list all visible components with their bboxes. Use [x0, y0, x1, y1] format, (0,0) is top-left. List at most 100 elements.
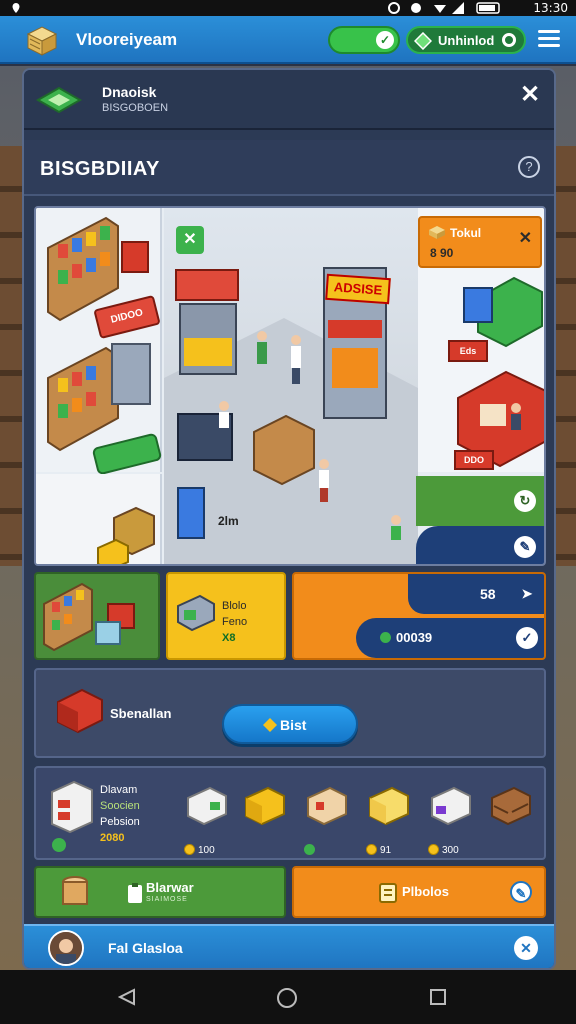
battery-icon: [476, 2, 500, 14]
boost-button-label: Bist: [280, 717, 307, 733]
green-coin-icon: [304, 844, 315, 855]
crate-logo-icon: [26, 26, 58, 56]
inventory-item[interactable]: [488, 782, 536, 858]
location-icon: [12, 3, 20, 13]
inventory-item[interactable]: 300: [428, 782, 476, 858]
hamburger-icon[interactable]: [538, 30, 560, 50]
shelves-illustration: [47, 216, 151, 452]
stat-row-2: 00039 ✓: [356, 618, 544, 658]
inventory-item[interactable]: 100: [184, 782, 232, 858]
shop-floor[interactable]: ADSISE: [164, 208, 418, 564]
green-coin-icon: [380, 632, 391, 643]
mute-icon: [411, 3, 421, 13]
tan-box-icon: [307, 786, 347, 826]
boost-button[interactable]: Bist: [222, 704, 358, 744]
gem-icon: [414, 32, 432, 50]
stock-label: Sbenallan: [110, 706, 172, 721]
store-sign: ADSISE: [325, 273, 391, 305]
store-scene: DIDOO ADSISE Eds DDO ✕ 2lm Tokul 8 90 ✕ …: [34, 206, 546, 566]
right-wall-shelf: [554, 146, 576, 566]
dialog-header-name: Dnaoisk: [102, 84, 157, 100]
item-price: 100: [184, 844, 215, 856]
hire-staff-button[interactable]: Blarwar SIAIMOSE: [34, 866, 286, 918]
signal-icon: [452, 2, 464, 14]
advisor-portrait-icon: [50, 932, 82, 964]
alarm-icon: [388, 2, 400, 14]
policies-label: Plbolos: [402, 884, 449, 899]
advisor-avatar: [48, 930, 84, 966]
floor-illustration: [164, 267, 418, 564]
barrel-icon: [62, 876, 88, 905]
inventory-item[interactable]: [304, 782, 352, 858]
stock-row: Sbenallan Bist: [34, 668, 546, 758]
clock: 13:30: [533, 1, 568, 15]
section-title: BISGBDIIAY: [40, 158, 160, 180]
red-crate-icon: [57, 688, 103, 734]
refresh-icon[interactable]: ↻: [514, 490, 536, 512]
coin-icon: [184, 844, 195, 855]
wrench-icon[interactable]: ✕: [176, 226, 204, 254]
dialog-header: Dnaoisk BISGOBOEN ✕: [24, 70, 554, 130]
check-icon: ✓: [376, 31, 394, 49]
left-wall-shelf: [0, 146, 22, 566]
reward-close-icon[interactable]: ✕: [519, 228, 532, 248]
recents-icon[interactable]: [430, 989, 446, 1005]
inventory-line-2: Soocien: [100, 800, 140, 812]
section-bar: BISGBDIIAY ?: [24, 140, 554, 196]
gold-box-icon: [369, 786, 409, 826]
badge-2: DDO: [454, 450, 494, 470]
crates-illustration: [97, 506, 155, 564]
badge-1: Eds: [448, 340, 488, 362]
item-price: 300: [428, 844, 459, 856]
advisor-bar[interactable]: Fal Glasloa ✕: [24, 924, 554, 968]
kiosk-tag: 2lm: [218, 514, 239, 528]
app-title: Vlooreiyeam: [76, 30, 178, 49]
boost-icon: [263, 718, 277, 732]
purple-box-icon: [431, 786, 471, 826]
send-icon[interactable]: ➤: [516, 583, 538, 605]
hire-staff-label: Blarwar: [146, 880, 194, 895]
stats-card: 58 ➤ 00039 ✓: [292, 572, 546, 660]
app-header: Vlooreiyeam ✓ Unhinlod: [0, 16, 576, 64]
coin-icon: [428, 844, 439, 855]
document-icon: [379, 883, 397, 903]
item-price: 91: [366, 844, 391, 856]
confirm-icon[interactable]: ✓: [516, 627, 538, 649]
inventory-row: Dlavam Soocien Pebsion 2080 100 91 300: [34, 766, 546, 860]
edit-icon[interactable]: ✎: [514, 536, 536, 558]
dialog-header-sub: BISGOBOEN: [102, 102, 169, 114]
auto-toggle[interactable]: ✓: [328, 26, 400, 54]
back-icon[interactable]: [118, 988, 136, 1006]
register-value: X8: [222, 632, 236, 644]
crate-panel[interactable]: [36, 474, 162, 564]
register-sub: Feno: [222, 616, 248, 628]
inventory-item[interactable]: 91: [366, 782, 414, 858]
hire-staff-sub: SIAIMOSE: [146, 896, 188, 903]
scene-green-strip: ↻: [416, 476, 544, 526]
currency-pill[interactable]: Unhinlod: [406, 26, 526, 54]
stat-row-1: 58 ➤: [408, 574, 544, 614]
home-icon[interactable]: [277, 988, 297, 1008]
advisor-dismiss-icon[interactable]: ✕: [514, 936, 538, 960]
inventory-line-1: Dlavam: [100, 784, 138, 796]
help-icon[interactable]: ?: [518, 156, 540, 178]
inventory-item[interactable]: [242, 782, 290, 858]
stat-value-1: 58: [480, 586, 496, 602]
policies-action-icon[interactable]: ✎: [510, 881, 532, 903]
shelf-panel[interactable]: DIDOO: [36, 208, 163, 476]
currency-label: Unhinlod: [438, 33, 495, 48]
add-currency-icon[interactable]: [502, 33, 516, 47]
system-nav-bar: [0, 970, 576, 1024]
register-icon: [177, 594, 215, 632]
inventory-line-3: Pebsion: [100, 816, 140, 828]
stat-value-2: 00039: [396, 630, 433, 645]
register-card[interactable]: Blolo Feno X8: [166, 572, 286, 660]
close-icon[interactable]: ✕: [518, 83, 542, 108]
advisor-label: Fal Glasloa: [108, 940, 183, 956]
wood-crate-icon: [491, 786, 531, 826]
policies-button[interactable]: Plbolos ✎: [292, 866, 546, 918]
reward-card[interactable]: Tokul 8 90 ✕: [418, 216, 542, 268]
shelf-upgrade-card[interactable]: [34, 572, 160, 660]
clipboard-icon: [128, 883, 142, 903]
management-dialog: Dnaoisk BISGOBOEN ✕ BISGBDIIAY ? DIDOO A…: [22, 68, 556, 970]
